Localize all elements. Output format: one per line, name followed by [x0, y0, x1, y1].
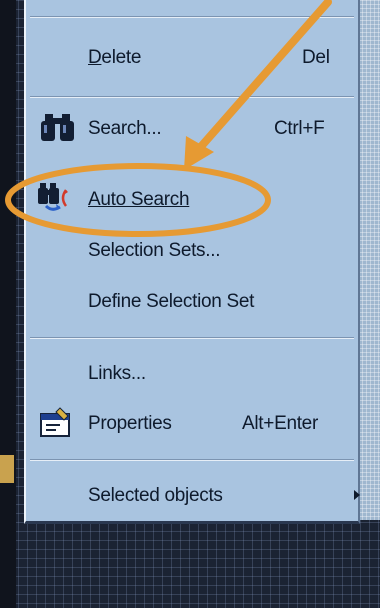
- menu-separator: [30, 16, 354, 18]
- properties-icon: [40, 407, 70, 437]
- menu-item-label: Define Selection Set: [88, 291, 255, 312]
- menu-item-selection-sets[interactable]: Selection Sets...: [26, 233, 358, 269]
- menu-item-label: Links...: [88, 363, 146, 384]
- menu-item-selected-objects[interactable]: Selected objects: [26, 478, 360, 514]
- menu-item-links[interactable]: Links...: [26, 356, 358, 392]
- menu-item-label: Selection Sets...: [88, 240, 221, 261]
- left-panel-edge: [0, 0, 16, 608]
- menu-separator: [30, 459, 354, 461]
- menu-item-shortcut: Alt+Enter: [242, 413, 318, 434]
- context-menu: Delete Del Search... Ctrl+F Auto Search …: [24, 0, 360, 524]
- auto-search-icon: [38, 183, 68, 211]
- menu-item-properties[interactable]: Properties Alt+Enter: [26, 406, 358, 442]
- menu-item-shortcut: Ctrl+F: [274, 118, 325, 139]
- menu-separator: [30, 96, 354, 98]
- menu-item-delete[interactable]: Delete Del: [26, 40, 358, 76]
- menu-separator: [30, 337, 354, 339]
- binoculars-icon: [41, 114, 74, 141]
- menu-item-search[interactable]: Search... Ctrl+F: [26, 111, 358, 147]
- left-panel-accent: [0, 455, 14, 483]
- menu-item-label: Properties: [88, 413, 172, 434]
- menu-item-label: Search...: [88, 118, 162, 139]
- menu-item-label: Selected objects: [88, 485, 223, 506]
- menu-item-label: Delete: [88, 47, 142, 68]
- menu-item-auto-search[interactable]: Auto Search: [26, 182, 358, 218]
- submenu-arrow-icon: [354, 490, 360, 500]
- menu-item-define-selection-set[interactable]: Define Selection Set: [26, 284, 358, 320]
- menu-item-label: Auto Search: [88, 189, 190, 210]
- menu-item-shortcut: Del: [302, 47, 330, 68]
- right-panel-edge: [358, 0, 380, 520]
